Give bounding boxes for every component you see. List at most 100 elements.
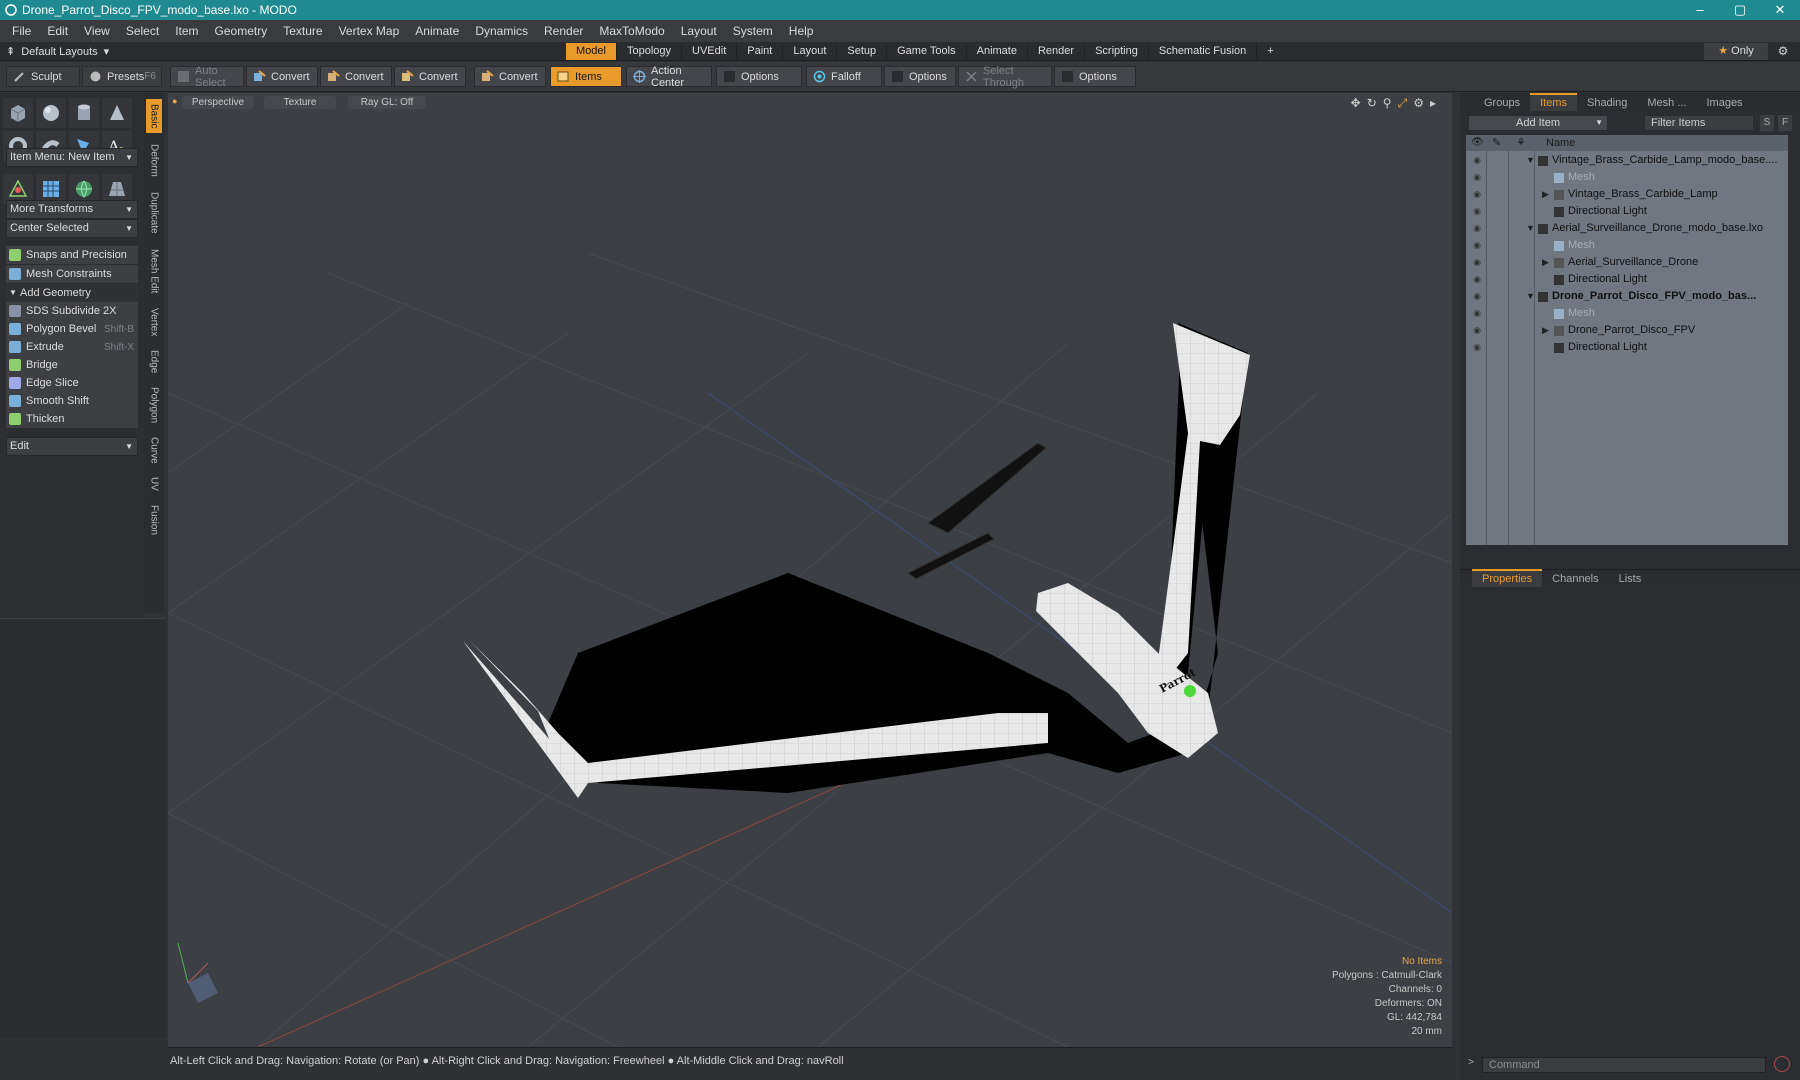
edit-dropdown[interactable]: Edit ▼ bbox=[6, 437, 138, 456]
select-through-button[interactable]: Select Through bbox=[958, 65, 1052, 89]
vtab-fusion[interactable]: Fusion bbox=[146, 501, 162, 539]
only-toggle[interactable]: ★ Only bbox=[1704, 43, 1768, 60]
more-transforms-dropdown[interactable]: More Transforms ▼ bbox=[6, 200, 138, 219]
tab-schematic-fusion[interactable]: Schematic Fusion bbox=[1149, 43, 1258, 60]
options-button-2[interactable]: Options bbox=[884, 66, 956, 87]
menu-file[interactable]: File bbox=[4, 24, 39, 38]
minimize-button[interactable]: – bbox=[1680, 0, 1720, 20]
collapse-triangle-icon[interactable]: ▶ bbox=[1542, 254, 1549, 271]
expand-triangle-icon[interactable]: ▼ bbox=[1526, 220, 1535, 237]
visibility-eye-icon[interactable]: ◉ bbox=[1470, 271, 1484, 288]
tab-lists[interactable]: Lists bbox=[1609, 571, 1652, 587]
collapse-triangle-icon[interactable]: ▶ bbox=[1542, 186, 1549, 203]
action-center-button[interactable]: Action Center bbox=[626, 65, 712, 89]
menu-render[interactable]: Render bbox=[536, 24, 591, 38]
convert-button-1[interactable]: Convert bbox=[246, 66, 318, 87]
menu-vertex-map[interactable]: Vertex Map bbox=[331, 24, 408, 38]
tab-mesh[interactable]: Mesh ... bbox=[1637, 95, 1696, 111]
raygl-dropdown[interactable]: Ray GL: Off bbox=[348, 96, 426, 109]
tree-row[interactable]: ◉ Mesh bbox=[1466, 305, 1788, 322]
menu-edit[interactable]: Edit bbox=[39, 24, 76, 38]
visibility-eye-icon[interactable]: ◉ bbox=[1470, 152, 1484, 169]
tree-row[interactable]: ◉ ▼ Vintage_Brass_Carbide_Lamp_modo_base..… bbox=[1466, 152, 1788, 169]
vtab-uv[interactable]: UV bbox=[146, 473, 162, 495]
vtab-mesh-edit[interactable]: Mesh Edit bbox=[146, 245, 162, 297]
visibility-eye-icon[interactable]: ◉ bbox=[1470, 288, 1484, 305]
menu-view[interactable]: View bbox=[76, 24, 118, 38]
visibility-eye-icon[interactable]: ◉ bbox=[1470, 203, 1484, 220]
expand-triangle-icon[interactable]: ▼ bbox=[1526, 288, 1535, 305]
tab-game-tools[interactable]: Game Tools bbox=[887, 43, 967, 60]
items-mode-button[interactable]: Items bbox=[550, 66, 622, 87]
cube-primitive-button[interactable] bbox=[3, 98, 33, 128]
visibility-eye-icon[interactable]: ◉ bbox=[1470, 220, 1484, 237]
mesh-constraints-button[interactable]: Mesh Constraints bbox=[6, 265, 138, 284]
gear-icon[interactable]: ⚙ bbox=[1413, 96, 1424, 111]
tab-render[interactable]: Render bbox=[1028, 43, 1086, 60]
tab-topology[interactable]: Topology bbox=[617, 43, 683, 60]
tree-row[interactable]: ◉ Mesh bbox=[1466, 169, 1788, 186]
tab-items[interactable]: Items bbox=[1530, 93, 1577, 111]
vtab-polygon[interactable]: Polygon bbox=[146, 383, 162, 427]
add-item-button[interactable]: Add Item ▼ bbox=[1468, 115, 1608, 131]
snaps-precision-button[interactable]: Snaps and Precision bbox=[6, 246, 138, 265]
zoom-icon[interactable]: ⚲ bbox=[1383, 96, 1392, 111]
tab-paint[interactable]: Paint bbox=[737, 43, 784, 60]
menu-system[interactable]: System bbox=[725, 24, 781, 38]
rotate-icon[interactable]: ↻ bbox=[1367, 96, 1377, 111]
tree-row[interactable]: ◉ Directional Light bbox=[1466, 339, 1788, 356]
menu-animate[interactable]: Animate bbox=[407, 24, 467, 38]
visibility-eye-icon[interactable]: ◉ bbox=[1470, 186, 1484, 203]
tab-setup[interactable]: Setup bbox=[837, 43, 888, 60]
add-tab-button[interactable]: + bbox=[1257, 43, 1283, 60]
filter-items-input[interactable]: Filter Items bbox=[1644, 115, 1754, 131]
tab-groups[interactable]: Groups bbox=[1474, 95, 1530, 111]
tab-channels[interactable]: Channels bbox=[1542, 571, 1608, 587]
polygon-bevel-button[interactable]: Polygon Bevel Shift-B bbox=[6, 320, 138, 339]
sculpt-button[interactable]: Sculpt bbox=[6, 66, 80, 87]
vtab-curve[interactable]: Curve bbox=[146, 433, 162, 467]
tree-row[interactable]: ◉ Directional Light bbox=[1466, 203, 1788, 220]
tree-row[interactable]: ◉ ▶ Drone_Parrot_Disco_FPV bbox=[1466, 322, 1788, 339]
texture-dropdown[interactable]: Texture bbox=[264, 96, 336, 109]
visibility-eye-icon[interactable]: ◉ bbox=[1470, 237, 1484, 254]
tree-row[interactable]: ◉ ▶ Aerial_Surveillance_Drone bbox=[1466, 254, 1788, 271]
tab-images[interactable]: Images bbox=[1696, 95, 1752, 111]
sphere-primitive-button[interactable] bbox=[36, 98, 66, 128]
item-menu-dropdown[interactable]: Item Menu: New Item ▼ bbox=[6, 148, 138, 167]
center-selected-dropdown[interactable]: Center Selected ▼ bbox=[6, 219, 138, 238]
vtab-edge[interactable]: Edge bbox=[146, 347, 162, 377]
vtab-basic[interactable]: Basic bbox=[146, 99, 162, 133]
name-column-header[interactable]: Name bbox=[1546, 135, 1575, 151]
falloff-button[interactable]: Falloff bbox=[806, 66, 882, 87]
menu-layout[interactable]: Layout bbox=[673, 24, 725, 38]
convert-button-4[interactable]: Convert bbox=[474, 66, 546, 87]
f-toggle-button[interactable]: F bbox=[1778, 115, 1792, 131]
menu-select[interactable]: Select bbox=[118, 24, 167, 38]
maximize-button[interactable]: ▢ bbox=[1720, 0, 1760, 20]
tab-scripting[interactable]: Scripting bbox=[1085, 43, 1149, 60]
tab-shading[interactable]: Shading bbox=[1577, 95, 1637, 111]
expand-triangle-icon[interactable]: ▼ bbox=[1526, 152, 1535, 169]
vtab-vertex[interactable]: Vertex bbox=[146, 303, 162, 341]
collapse-triangle-icon[interactable]: ▶ bbox=[1542, 322, 1549, 339]
tab-layout[interactable]: Layout bbox=[783, 43, 838, 60]
add-geometry-section[interactable]: ▼ Add Geometry bbox=[6, 284, 138, 302]
tab-model[interactable]: Model bbox=[566, 43, 617, 60]
perspective-dropdown[interactable]: Perspective bbox=[182, 96, 254, 109]
play-icon[interactable]: ▸ bbox=[1430, 96, 1436, 111]
options-button-3[interactable]: Options bbox=[1054, 66, 1136, 87]
options-button-1[interactable]: Options bbox=[716, 66, 802, 87]
menu-texture[interactable]: Texture bbox=[275, 24, 330, 38]
command-input[interactable]: Command bbox=[1482, 1057, 1766, 1073]
convert-button-3[interactable]: Convert bbox=[394, 66, 466, 87]
tree-row[interactable]: ◉ ▼ Aerial_Surveillance_Drone_modo_base.lx… bbox=[1466, 220, 1788, 237]
convert-button-2[interactable]: Convert bbox=[320, 66, 392, 87]
presets-button[interactable]: Presets F6 bbox=[82, 66, 162, 87]
visibility-eye-icon[interactable]: ◉ bbox=[1470, 254, 1484, 271]
visibility-eye-icon[interactable]: ◉ bbox=[1470, 305, 1484, 322]
tab-properties[interactable]: Properties bbox=[1472, 569, 1543, 587]
bridge-button[interactable]: Bridge bbox=[6, 356, 138, 375]
menu-help[interactable]: Help bbox=[781, 24, 822, 38]
tree-row[interactable]: ◉ Directional Light bbox=[1466, 271, 1788, 288]
